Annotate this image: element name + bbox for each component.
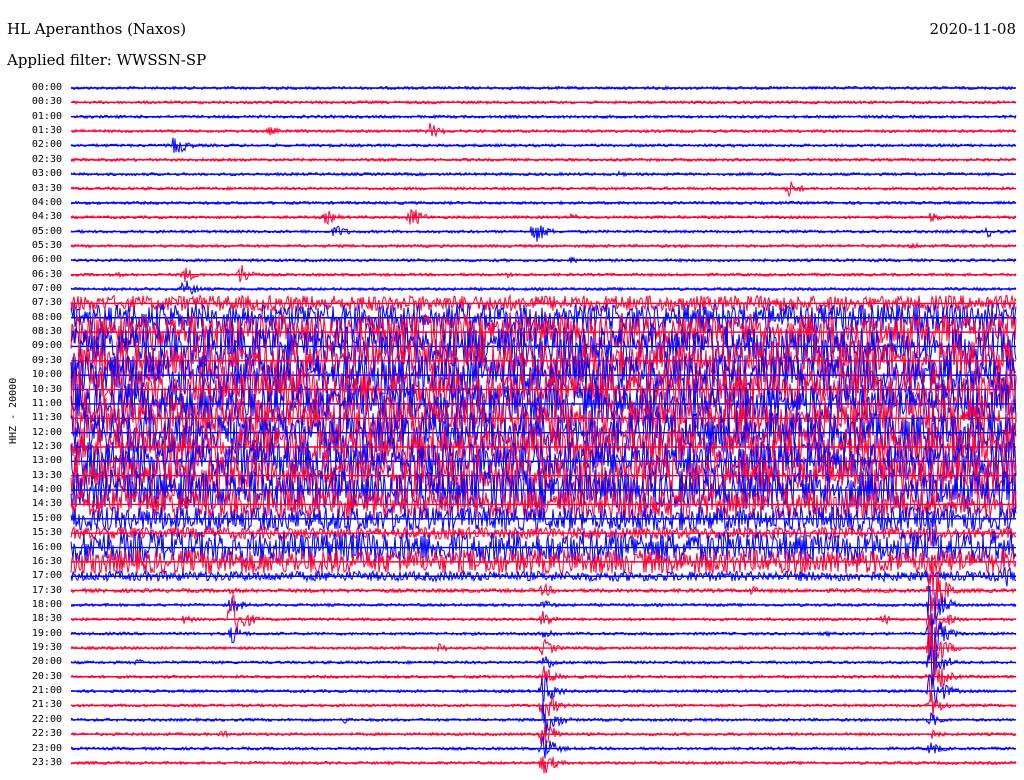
trace-row-2330 bbox=[70, 756, 1017, 774]
trace-row-0630 bbox=[70, 265, 1017, 283]
seismogram-plot bbox=[70, 84, 1017, 774]
trace-row-1800 bbox=[71, 585, 1017, 631]
trace-row-2030 bbox=[70, 659, 1017, 703]
trace-row-2300 bbox=[70, 736, 1017, 759]
trace-row-1830 bbox=[70, 594, 1017, 637]
trace-row-0130 bbox=[70, 123, 1017, 138]
trace-row-0500 bbox=[70, 225, 1017, 242]
trace-row-0700 bbox=[70, 280, 1017, 296]
